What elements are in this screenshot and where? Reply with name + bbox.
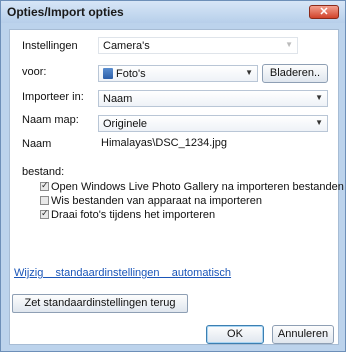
folder-name-dropdown[interactable]: Originele ▼	[98, 115, 328, 132]
name-value: Himalayas\DSC_1234.jpg	[101, 137, 227, 149]
checkbox-checked[interactable]	[40, 208, 49, 219]
chevron-down-icon: ▼	[245, 68, 253, 77]
change-defaults-link[interactable]: Wijzig standaardinstellingen automatisch	[14, 267, 231, 279]
file-label: bestand:	[22, 166, 65, 178]
chevron-down-icon: ▼	[315, 118, 323, 127]
for-dropdown[interactable]: Foto's ▼	[98, 65, 258, 82]
settings-label: Instellingen	[22, 40, 78, 52]
chevron-down-icon: ▼	[315, 93, 323, 102]
browse-button[interactable]: Bladeren..	[262, 64, 328, 83]
chevron-down-icon: ▼	[285, 40, 293, 49]
window-title: Opties/Import opties	[7, 5, 124, 19]
close-button[interactable]: ✕	[309, 5, 339, 19]
cancel-button[interactable]: Annuleren	[272, 325, 334, 344]
option-open-gallery[interactable]: Open Windows Live Photo Gallery na impor…	[40, 180, 344, 194]
checkbox-checked[interactable]	[40, 180, 49, 191]
ok-button[interactable]: OK	[206, 325, 264, 344]
option-delete-files[interactable]: Wis bestanden van apparaat na importeren	[40, 195, 262, 208]
name-label: Naam	[22, 138, 52, 150]
import-in-dropdown[interactable]: Naam ▼	[98, 90, 328, 107]
option-label: Draai foto's tijdens het importeren	[51, 209, 216, 221]
pictures-folder-icon	[103, 68, 113, 79]
folder-name-value: Originele	[103, 118, 148, 130]
close-icon: ✕	[319, 6, 329, 18]
option-label: Wis bestanden van apparaat na importeren	[51, 195, 262, 207]
for-value: Foto's	[116, 68, 146, 80]
settings-value: Camera's	[103, 40, 150, 52]
for-label: voor:	[22, 66, 47, 78]
dialog-content: Instellingen Camera's ▼ voor: Foto's ▼ B…	[9, 29, 344, 345]
option-rotate-photos[interactable]: Draai foto's tijdens het importeren	[40, 208, 216, 222]
option-label: Open Windows Live Photo Gallery na impor…	[51, 181, 344, 193]
reset-defaults-button[interactable]: Zet standaardinstellingen terug	[12, 294, 188, 313]
import-in-label: Importeer in:	[22, 91, 84, 103]
checkbox-unchecked[interactable]	[40, 196, 49, 205]
folder-name-label: Naam map:	[22, 114, 79, 126]
title-bar[interactable]: Opties/Import opties ✕	[1, 1, 345, 23]
import-in-value: Naam	[103, 93, 133, 105]
settings-dropdown[interactable]: Camera's ▼	[98, 37, 298, 54]
dialog-window: Opties/Import opties ✕ Instellingen Came…	[0, 0, 346, 352]
